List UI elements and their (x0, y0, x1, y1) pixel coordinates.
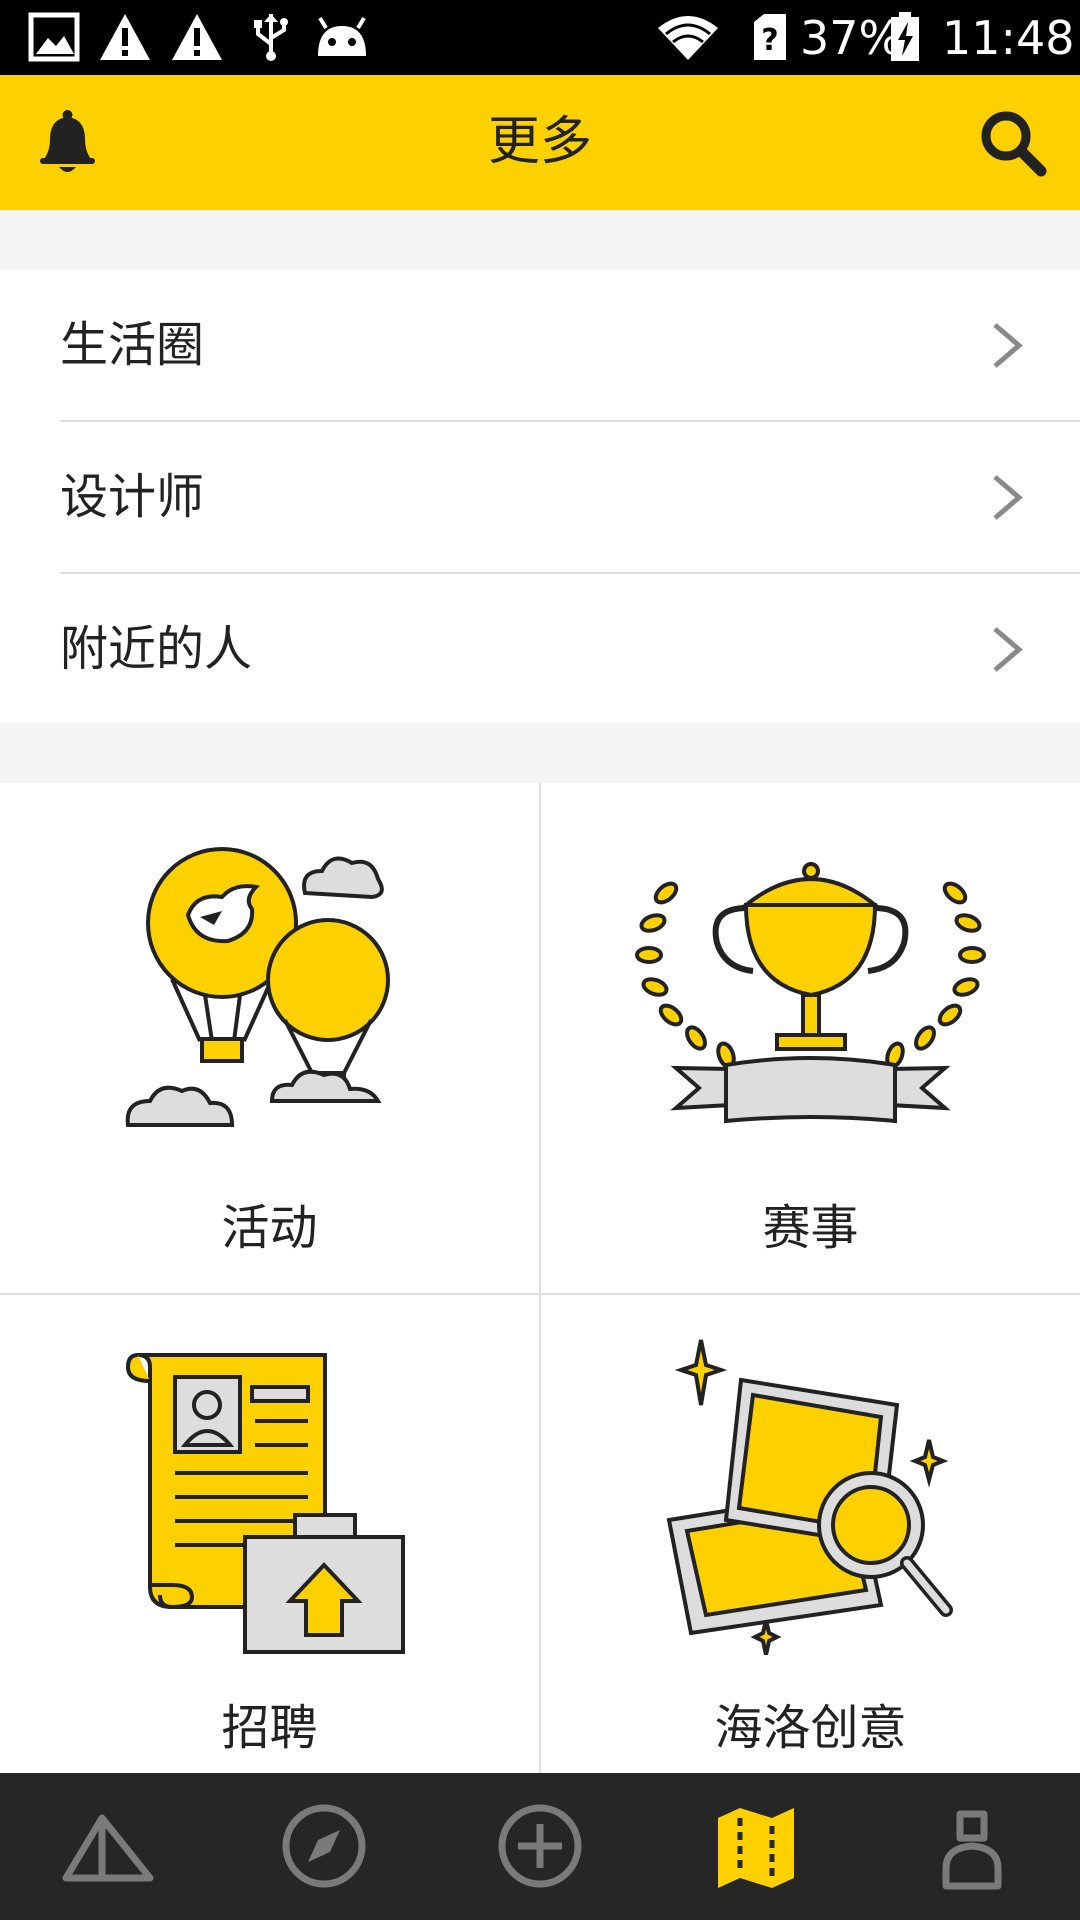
nav-tab-profile[interactable] (864, 1773, 1080, 1920)
list-item-label: 设计师 (60, 469, 205, 525)
feature-grid: 活动 赛事 招聘 海洛创意 (0, 783, 1080, 1773)
list-item-designers[interactable]: 设计师 (0, 422, 1080, 573)
nav-tab-home[interactable] (0, 1773, 216, 1920)
grid-item-hellorf-creative[interactable]: 海洛创意 (541, 1295, 1080, 1773)
list-item-label: 生活圈 (60, 317, 205, 373)
tent-icon (62, 1814, 154, 1882)
svg-text:?: ? (761, 23, 778, 58)
app-bar: 更多 (0, 75, 1080, 210)
nav-tab-more[interactable] (648, 1773, 864, 1920)
grid-divider-vertical (539, 783, 541, 1773)
grid-item-recruitment[interactable]: 招聘 (0, 1295, 539, 1773)
search-icon (981, 111, 1047, 177)
grid-divider-horizontal (0, 1293, 1080, 1295)
image-notification-icon (28, 12, 80, 62)
compass-icon (282, 1804, 366, 1888)
battery-percentage: 37% (800, 11, 903, 65)
chevron-right-icon (993, 475, 1023, 520)
android-icon (318, 16, 366, 56)
usb-icon (254, 14, 288, 61)
map-icon (718, 1808, 794, 1888)
list-item-life-circle[interactable]: 生活圈 (0, 270, 1080, 421)
warning-icon (100, 14, 150, 60)
grid-item-competitions[interactable]: 赛事 (541, 783, 1080, 1293)
trophy-icon (635, 862, 986, 1124)
sim-unknown-icon: ? (754, 14, 786, 60)
menu-list: 生活圈 设计师 附近的人 (0, 270, 1080, 723)
nav-tab-discover[interactable] (216, 1773, 432, 1920)
grid-item-label: 赛事 (762, 1200, 859, 1256)
status-bar: ? 37% 11:48 (0, 0, 1080, 75)
search-button[interactable] (975, 105, 1050, 180)
profile-icon (942, 1810, 1002, 1890)
warning-icon (172, 14, 222, 60)
battery-charging-icon (891, 12, 919, 61)
page-title: 更多 (487, 112, 592, 172)
grid-item-label: 招聘 (221, 1700, 318, 1756)
list-item-nearby-people[interactable]: 附近的人 (0, 574, 1080, 725)
chevron-right-icon (993, 627, 1023, 672)
nav-tab-publish[interactable] (432, 1773, 648, 1920)
clock: 11:48 (942, 11, 1075, 65)
add-circle-icon (498, 1804, 582, 1888)
hot-air-balloon-icon (125, 847, 390, 1127)
grid-item-label: 活动 (221, 1200, 318, 1256)
resume-briefcase-icon (125, 1353, 405, 1654)
photos-magnifier-icon (666, 1339, 953, 1655)
chevron-right-icon (993, 323, 1023, 368)
grid-item-activities[interactable]: 活动 (0, 783, 539, 1293)
list-item-label: 附近的人 (60, 621, 253, 677)
bottom-navigation (0, 1773, 1080, 1920)
grid-item-label: 海洛创意 (714, 1700, 907, 1756)
wifi-icon (658, 16, 718, 60)
